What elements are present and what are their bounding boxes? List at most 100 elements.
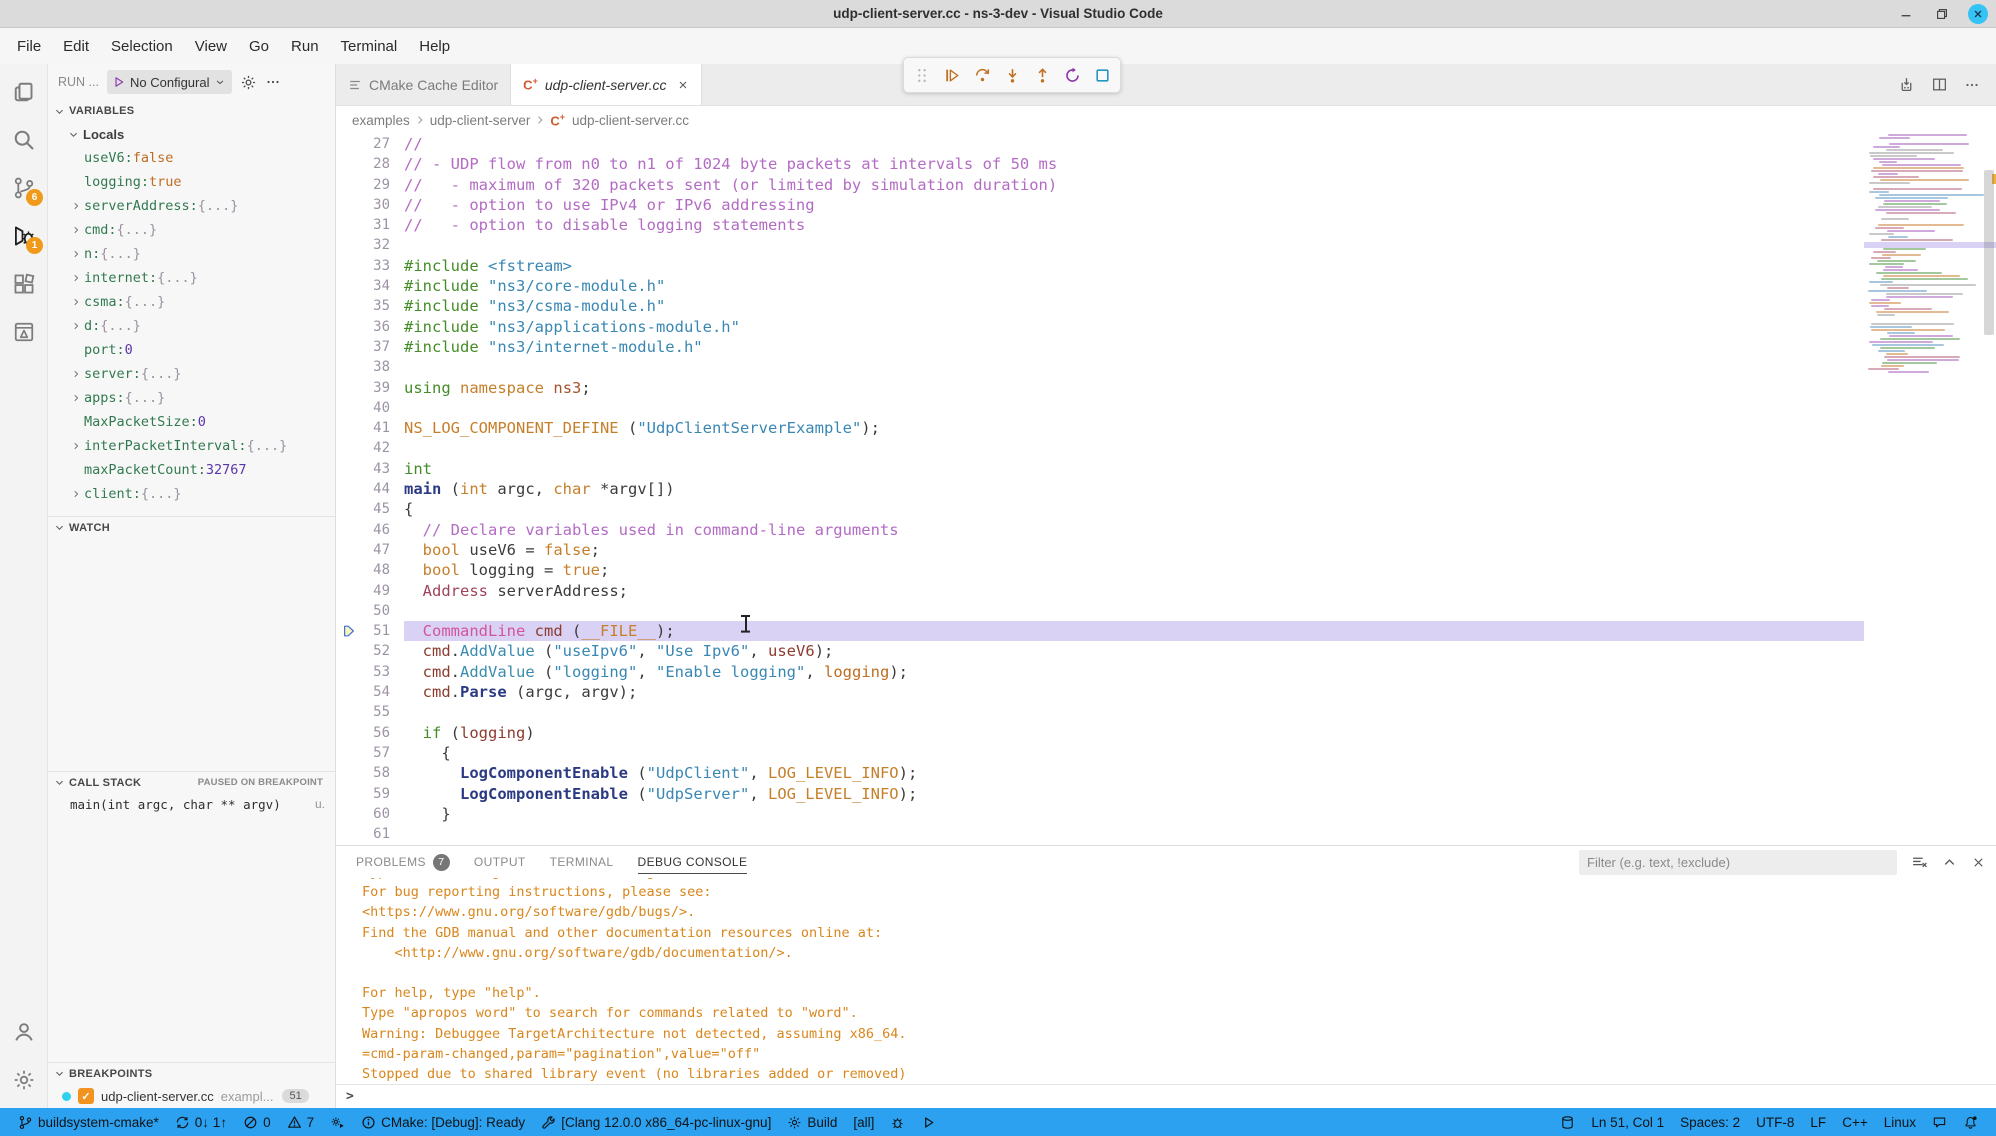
status-cmake-run-target[interactable] — [913, 1108, 944, 1136]
variables-section-header[interactable]: VARIABLES — [48, 100, 335, 122]
menu-file[interactable]: File — [6, 38, 52, 55]
debug-restart-button[interactable] — [1059, 62, 1085, 88]
status-os-indicator[interactable]: Linux — [1876, 1108, 1924, 1136]
watch-section-header[interactable]: WATCH — [48, 516, 335, 538]
variable-row[interactable]: serverAddress: {...} — [48, 194, 335, 218]
code-line[interactable]: 57 { — [336, 743, 1864, 763]
debug-console-input[interactable]: > — [336, 1084, 1996, 1108]
breakpoints-section-header[interactable]: BREAKPOINTS — [48, 1062, 335, 1084]
code-line[interactable]: 54 cmd.Parse (argc, argv); — [336, 682, 1864, 702]
code-line[interactable]: 34#include "ns3/core-module.h" — [336, 276, 1864, 296]
menu-run[interactable]: Run — [280, 38, 330, 55]
console-filter-input[interactable] — [1579, 850, 1897, 875]
code-line[interactable]: 60 } — [336, 804, 1864, 824]
code-lines[interactable]: 27//28// - UDP flow from n0 to n1 of 102… — [336, 134, 1864, 845]
menu-edit[interactable]: Edit — [52, 38, 100, 55]
variable-row[interactable]: d: {...} — [48, 314, 335, 338]
code-line[interactable]: 47 bool useV6 = false; — [336, 540, 1864, 560]
run-tests-icon[interactable] — [1898, 76, 1915, 93]
restore-icon[interactable] — [1932, 4, 1952, 24]
debug-continue-button[interactable] — [939, 62, 965, 88]
scrollbar-thumb[interactable] — [1984, 170, 1994, 335]
activity-cmake-tools[interactable] — [0, 308, 48, 356]
code-line[interactable]: 52 cmd.AddValue ("useIpv6", "Use Ipv6", … — [336, 641, 1864, 661]
code-line[interactable]: 43int — [336, 459, 1864, 479]
debug-step-over-button[interactable] — [969, 62, 995, 88]
status-git-sync[interactable]: 0↓ 1↑ — [167, 1108, 235, 1136]
code-line[interactable]: 59 LogComponentEnable ("UdpServer", LOG_… — [336, 784, 1864, 804]
status-feedback[interactable] — [1924, 1108, 1955, 1136]
code-line[interactable]: 29// - maximum of 320 packets sent (or l… — [336, 175, 1864, 195]
code-line[interactable]: 53 cmd.AddValue ("logging", "Enable logg… — [336, 662, 1864, 682]
minimize-icon[interactable] — [1896, 4, 1916, 24]
variable-row[interactable]: n: {...} — [48, 242, 335, 266]
status-cmake-debug[interactable] — [322, 1108, 353, 1136]
status-cmake-kit[interactable]: [Clang 12.0.0 x86_64-pc-linux-gnu] — [533, 1108, 779, 1136]
clear-console-icon[interactable] — [1911, 854, 1928, 871]
minimap[interactable] — [1864, 134, 1996, 845]
activity-extensions[interactable] — [0, 260, 48, 308]
panel-tab-problems[interactable]: PROBLEMS7 — [356, 846, 450, 878]
debug-step-out-button[interactable] — [1029, 62, 1055, 88]
activity-source-control[interactable]: 6 — [0, 164, 48, 212]
menu-terminal[interactable]: Terminal — [330, 38, 409, 55]
status-git-branch[interactable]: buildsystem-cmake* — [10, 1108, 167, 1136]
tab-cmake-cache-editor[interactable]: CMake Cache Editor — [336, 64, 511, 105]
code-line[interactable]: 37#include "ns3/internet-module.h" — [336, 337, 1864, 357]
breadcrumb-item[interactable]: examples — [352, 113, 410, 128]
breakpoint-checkbox[interactable]: ✓ — [78, 1088, 94, 1104]
variable-row[interactable]: maxPacketCount: 32767 — [48, 458, 335, 482]
close-panel-icon[interactable] — [1971, 855, 1986, 870]
status-notifications[interactable] — [1955, 1108, 1986, 1136]
call-stack-section-header[interactable]: CALL STACK PAUSED ON BREAKPOINT — [48, 771, 335, 793]
status-cmake-build[interactable]: Build — [779, 1108, 845, 1136]
code-line[interactable]: 58 LogComponentEnable ("UdpClient", LOG_… — [336, 763, 1864, 783]
code-line[interactable]: 55 — [336, 702, 1864, 722]
variable-row[interactable]: server: {...} — [48, 362, 335, 386]
code-line[interactable]: 51 CommandLine cmd (__FILE__); — [336, 621, 1864, 641]
variable-row[interactable]: logging: true — [48, 170, 335, 194]
debug-console-output[interactable]: Type "show configuration" for configurat… — [336, 878, 1996, 1084]
debug-config-dropdown[interactable]: No Configural — [107, 70, 233, 94]
code-line[interactable]: 28// - UDP flow from n0 to n1 of 1024 by… — [336, 154, 1864, 174]
code-line[interactable]: 44main (int argc, char *argv[]) — [336, 479, 1864, 499]
status-language-mode[interactable]: C++ — [1834, 1108, 1876, 1136]
breadcrumb-item[interactable]: udp-client-server.cc — [572, 113, 689, 128]
activity-explorer[interactable] — [0, 68, 48, 116]
debug-stop-button[interactable] — [1089, 62, 1115, 88]
panel-tab-terminal[interactable]: TERMINAL — [550, 846, 614, 878]
activity-accounts[interactable] — [0, 1008, 48, 1056]
code-line[interactable]: 39using namespace ns3; — [336, 378, 1864, 398]
code-line[interactable]: 48 bool logging = true; — [336, 560, 1864, 580]
tab-udp-client-server[interactable]: C+ udp-client-server.cc — [511, 64, 702, 105]
variable-row[interactable]: cmd: {...} — [48, 218, 335, 242]
more-actions-icon[interactable] — [1964, 77, 1980, 93]
variable-row[interactable]: MaxPacketSize: 0 — [48, 410, 335, 434]
code-line[interactable]: 35#include "ns3/csma-module.h" — [336, 296, 1864, 316]
more-actions-icon[interactable] — [265, 74, 281, 90]
code-line[interactable]: 42 — [336, 438, 1864, 458]
code-line[interactable]: 36#include "ns3/applications-module.h" — [336, 317, 1864, 337]
status-cmake-debug-target[interactable] — [882, 1108, 913, 1136]
variable-row[interactable]: client: {...} — [48, 482, 335, 506]
split-editor-icon[interactable] — [1931, 76, 1948, 93]
code-line[interactable]: 46 // Declare variables used in command-… — [336, 520, 1864, 540]
code-line[interactable]: 45{ — [336, 499, 1864, 519]
status-cmake-status[interactable]: CMake: [Debug]: Ready — [353, 1108, 533, 1136]
code-line[interactable]: 41NS_LOG_COMPONENT_DEFINE ("UdpClientSer… — [336, 418, 1864, 438]
activity-settings[interactable] — [0, 1056, 48, 1104]
debug-settings-gear-icon[interactable] — [240, 74, 257, 91]
status-remote-indicator[interactable] — [1552, 1108, 1583, 1136]
code-line[interactable]: 31// - option to disable logging stateme… — [336, 215, 1864, 235]
variable-row[interactable]: useV6: false — [48, 146, 335, 170]
code-line[interactable]: 49 Address serverAddress; — [336, 581, 1864, 601]
status-encoding[interactable]: UTF-8 — [1748, 1108, 1802, 1136]
activity-search[interactable] — [0, 116, 48, 164]
locals-group-header[interactable]: Locals — [48, 122, 335, 146]
code-line[interactable]: 38 — [336, 357, 1864, 377]
close-icon[interactable] — [1968, 4, 1988, 24]
debug-drag-grip-button[interactable] — [909, 62, 935, 88]
maximize-panel-icon[interactable] — [1942, 855, 1957, 870]
panel-tab-output[interactable]: OUTPUT — [474, 846, 526, 878]
variable-row[interactable]: apps: {...} — [48, 386, 335, 410]
